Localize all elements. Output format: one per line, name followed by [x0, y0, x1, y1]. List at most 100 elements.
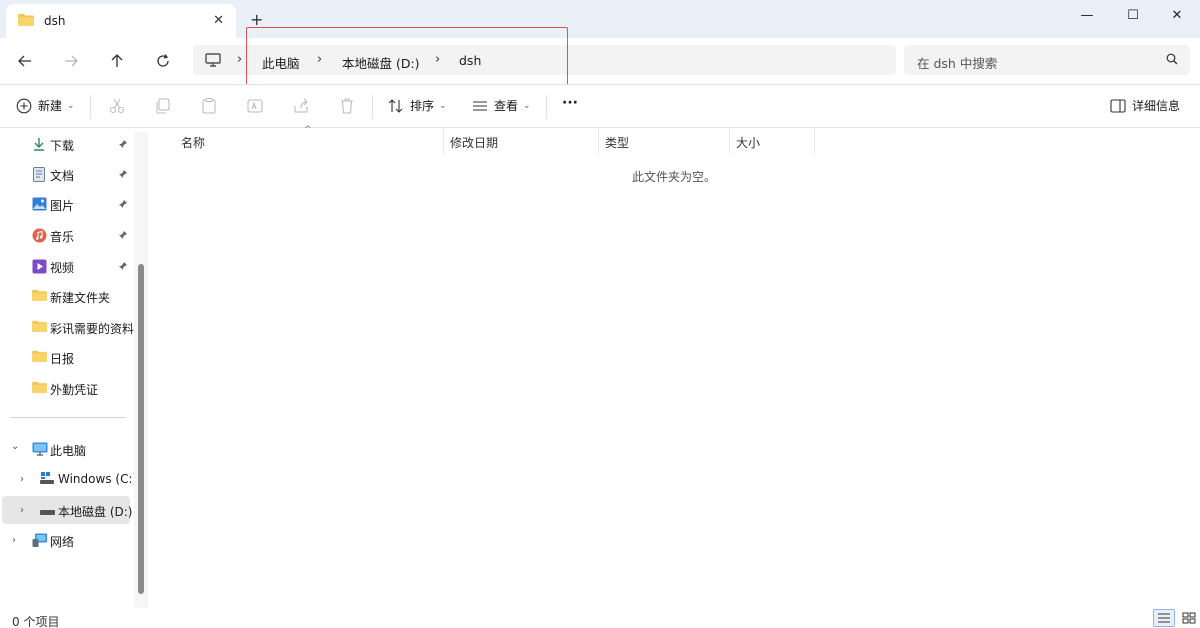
column-divider[interactable] — [814, 128, 815, 154]
sort-label: 排序 — [410, 99, 435, 113]
new-button[interactable]: 新建 ⌄ — [16, 97, 75, 114]
chevron-right-icon[interactable]: › — [20, 474, 24, 485]
column-header-type[interactable]: 类型 — [599, 128, 729, 154]
sidebar-item-field-vouchers[interactable]: 外勤凭证 — [0, 374, 134, 402]
highlight-annotation — [246, 27, 568, 87]
back-button[interactable] — [10, 47, 40, 75]
details-label: 详细信息 — [1132, 99, 1181, 113]
delete-button[interactable] — [338, 97, 356, 115]
chevron-right-icon[interactable]: › — [20, 505, 24, 516]
divider — [90, 95, 91, 119]
sort-button[interactable]: 排序 ⌄ — [388, 97, 447, 114]
close-tab-icon[interactable]: ✕ — [213, 13, 224, 28]
sidebar-item-daily-report[interactable]: 日报 — [0, 343, 134, 371]
search-placeholder: 在 dsh 中搜索 — [917, 56, 998, 71]
sidebar-item-new-folder[interactable]: 新建文件夹 — [0, 282, 134, 310]
details-pane-button[interactable]: 详细信息 — [1110, 97, 1180, 114]
tab-title: dsh — [44, 14, 66, 28]
navigation-pane: 下载 文档 图片 音乐 视频 新建文件夹 彩讯需要的资料 日报 外勤凭证 ⌄ 此… — [0, 128, 148, 608]
column-header-modified[interactable]: 修改日期 — [444, 128, 598, 154]
download-icon — [32, 137, 46, 154]
divider — [372, 95, 373, 119]
sidebar-scrollbar-thumb[interactable] — [138, 264, 144, 594]
item-count: 0 个项目 — [12, 615, 60, 628]
tiles-view-icon — [1182, 612, 1196, 624]
sidebar-item-music[interactable]: 音乐 — [0, 221, 134, 249]
minimize-button[interactable]: — — [1064, 0, 1110, 30]
document-icon — [32, 167, 46, 185]
sidebar-item-drive-c[interactable]: › Windows (C:) — [0, 465, 138, 493]
copy-button[interactable] — [154, 97, 172, 115]
folder-icon — [32, 320, 47, 335]
divider — [546, 95, 547, 119]
search-box[interactable]: 在 dsh 中搜索 — [904, 45, 1190, 75]
sidebar-item-label: 图片 — [50, 199, 75, 213]
folder-icon — [32, 289, 47, 304]
cut-button[interactable] — [108, 97, 126, 115]
arrow-right-icon — [65, 55, 78, 67]
folder-icon — [18, 13, 34, 29]
sidebar-divider — [10, 417, 126, 418]
chevron-down-icon[interactable]: ⌄ — [11, 441, 19, 452]
folder-icon — [32, 381, 47, 396]
windows-drive-icon — [40, 472, 54, 487]
share-icon — [294, 98, 308, 113]
command-bar: 新建 ⌄ 排序 ⌄ 查看 ⌄ ··· 详细信息 — [0, 84, 1200, 128]
sidebar-item-drive-d[interactable]: › 本地磁盘 (D:) — [2, 496, 133, 524]
sidebar-item-label: 本地磁盘 (D:) — [58, 505, 133, 519]
refresh-icon — [157, 54, 169, 67]
copy-icon — [156, 98, 170, 114]
sidebar-item-downloads[interactable]: 下载 — [0, 130, 134, 158]
scissors-icon — [110, 98, 124, 113]
refresh-button[interactable] — [148, 47, 178, 75]
empty-folder-message: 此文件夹为空。 — [631, 170, 716, 184]
computer-icon — [32, 442, 48, 459]
trash-icon — [341, 98, 353, 114]
share-button[interactable] — [292, 97, 310, 115]
arrow-left-icon — [18, 55, 31, 67]
search-icon — [1166, 53, 1178, 68]
details-view-button[interactable] — [1153, 609, 1175, 627]
sidebar-item-label: 此电脑 — [50, 444, 87, 458]
tiles-view-button[interactable] — [1178, 609, 1200, 627]
tab-dsh[interactable]: dsh ✕ — [6, 4, 236, 38]
chevron-down-icon: ⌄ — [523, 100, 531, 111]
details-pane-icon — [1110, 98, 1126, 113]
pin-icon — [118, 198, 128, 212]
rename-icon — [247, 99, 263, 113]
sidebar-item-label: 日报 — [50, 352, 75, 366]
view-button[interactable]: 查看 ⌄ — [472, 97, 531, 114]
sidebar-item-label: 外勤凭证 — [50, 383, 99, 397]
more-options-button[interactable]: ··· — [562, 95, 578, 111]
maximize-button[interactable]: ☐ — [1110, 0, 1156, 30]
computer-icon — [205, 53, 221, 70]
forward-button[interactable] — [56, 47, 86, 75]
view-list-icon — [473, 100, 487, 111]
music-icon — [32, 228, 47, 246]
sidebar-item-caixun-materials[interactable]: 彩讯需要的资料 — [0, 313, 134, 341]
up-button[interactable] — [102, 47, 132, 75]
rename-button[interactable] — [246, 97, 264, 115]
sidebar-item-label: Windows (C:) — [58, 472, 138, 486]
pin-icon — [118, 229, 128, 243]
sidebar-item-documents[interactable]: 文档 — [0, 160, 134, 188]
sidebar-item-network[interactable]: › 网络 — [0, 526, 134, 554]
sidebar-item-label: 彩讯需要的资料 — [50, 322, 135, 336]
pin-icon — [118, 260, 128, 274]
close-window-button[interactable]: ✕ — [1154, 0, 1200, 30]
drive-icon — [40, 506, 55, 520]
sidebar-item-pictures[interactable]: 图片 — [0, 190, 134, 218]
sidebar-item-videos[interactable]: 视频 — [0, 252, 134, 280]
sidebar-item-label: 视频 — [50, 261, 75, 275]
column-header-size[interactable]: 大小 — [730, 128, 814, 154]
breadcrumb-separator[interactable]: › — [237, 52, 242, 67]
file-list: ^ 名称 修改日期 类型 大小 此文件夹为空。 — [148, 125, 1200, 608]
navigation-bar: › 此电脑 › 本地磁盘 (D:) › dsh 在 dsh 中搜索 — [0, 38, 1200, 84]
paste-button[interactable] — [200, 97, 218, 115]
column-header-name[interactable]: 名称 — [175, 128, 443, 154]
chevron-down-icon: ⌄ — [67, 100, 75, 111]
sidebar-item-this-pc[interactable]: ⌄ 此电脑 — [0, 435, 134, 463]
chevron-right-icon[interactable]: › — [12, 535, 16, 546]
sidebar-item-label: 下载 — [50, 139, 75, 153]
status-bar: 0 个项目 — [0, 608, 1200, 628]
